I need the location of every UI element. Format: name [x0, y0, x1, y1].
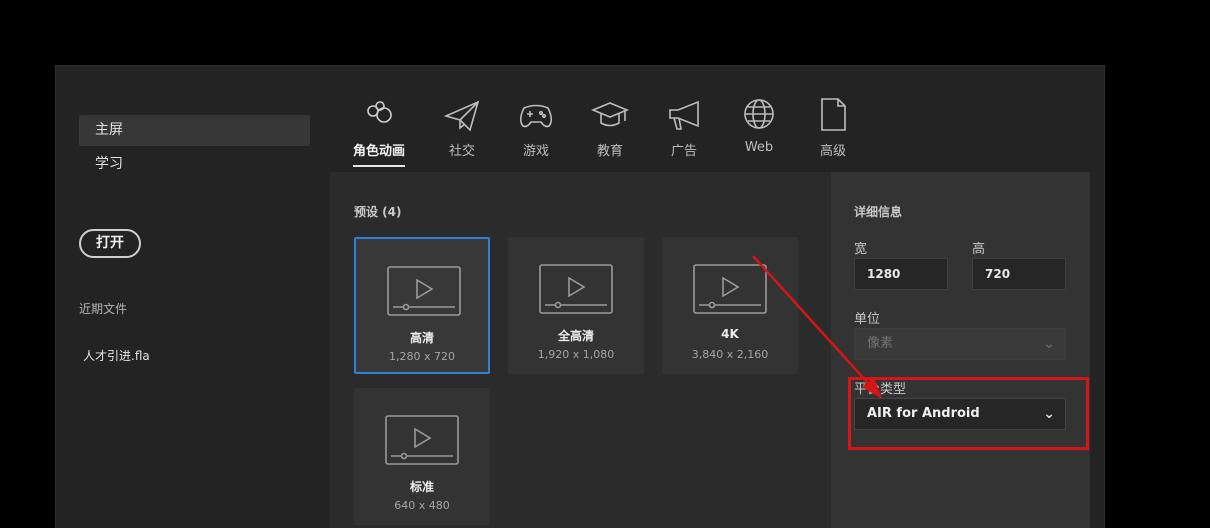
unit-select[interactable]: 像素 ⌄ [854, 328, 1066, 360]
unit-select-value: 像素 [867, 336, 894, 351]
tab-character-animation[interactable]: 角色动画 [353, 96, 405, 167]
video-thumbnail-icon [387, 266, 461, 316]
preset-name: 标准 [409, 480, 434, 494]
open-button[interactable]: 打开 [79, 229, 141, 258]
tab-advertising[interactable]: 广告 [664, 96, 704, 159]
video-thumbnail-icon [539, 264, 613, 314]
graduation-cap-icon [590, 96, 630, 136]
recent-files-title: 近期文件 [79, 302, 128, 316]
video-thumbnail-icon [693, 264, 767, 314]
height-label: 高 [972, 242, 986, 257]
details-title: 详细信息 [854, 205, 903, 219]
preset-card-fullhd[interactable]: 全高清 1,920 x 1,080 [508, 237, 644, 374]
details-panel: 详细信息 宽 1280 高 720 单位 像素 ⌄ 平台类型 AIR for A… [831, 172, 1090, 528]
tab-web[interactable]: Web [739, 96, 779, 155]
sidebar-item-learn[interactable]: 学习 [79, 149, 310, 180]
new-document-dialog: 主屏 学习 打开 近期文件 人才引进.fla 角色动画 社交 游戏 教育 广告 [55, 65, 1105, 528]
preset-size: 640 x 480 [394, 499, 450, 512]
globe-icon [739, 96, 779, 136]
preset-card-hd[interactable]: 高清 1,280 x 720 [354, 237, 490, 374]
tab-advanced[interactable]: 高级 [813, 96, 853, 159]
sidebar-item-home[interactable]: 主屏 [79, 115, 310, 146]
height-input[interactable]: 720 [972, 258, 1066, 290]
width-input[interactable]: 1280 [854, 258, 948, 290]
tab-games[interactable]: 游戏 [516, 96, 556, 159]
recent-file-item[interactable]: 人才引进.fla [83, 347, 150, 364]
preset-name: 高清 [409, 331, 434, 345]
unit-label: 单位 [854, 312, 881, 327]
video-thumbnail-icon [385, 415, 459, 465]
preset-size: 1,280 x 720 [389, 350, 455, 363]
preset-name: 全高清 [557, 329, 594, 343]
paper-plane-icon [442, 96, 482, 136]
document-icon [813, 96, 853, 136]
preset-card-4k[interactable]: 4K 3,840 x 2,160 [662, 237, 798, 374]
tab-social[interactable]: 社交 [442, 96, 482, 159]
presets-panel: 预设 (4) 高清 1,280 x 720 全高清 1,920 x 1,080 … [330, 172, 831, 528]
annotation-highlight-box [848, 377, 1089, 450]
presets-title: 预设 (4) [354, 205, 402, 219]
gamepad-icon [516, 96, 556, 136]
width-label: 宽 [854, 242, 868, 257]
character-animation-icon [359, 96, 399, 136]
tab-education[interactable]: 教育 [590, 96, 630, 159]
preset-size: 3,840 x 2,160 [691, 348, 769, 361]
preset-size: 1,920 x 1,080 [537, 348, 615, 361]
preset-name: 4K [721, 327, 739, 341]
megaphone-icon [664, 96, 704, 136]
chevron-down-icon: ⌄ [1043, 336, 1055, 352]
preset-card-standard[interactable]: 标准 640 x 480 [354, 388, 490, 525]
